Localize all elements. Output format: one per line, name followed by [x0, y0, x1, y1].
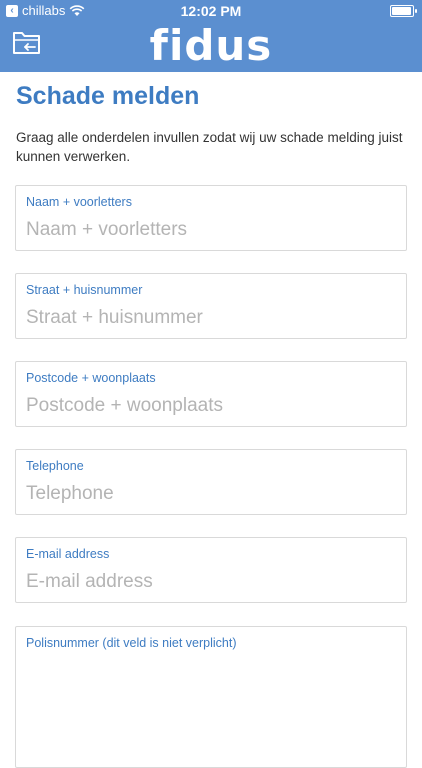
- name-label: Naam + voorletters: [26, 195, 132, 209]
- page-title: Schade melden: [16, 82, 200, 110]
- email-input[interactable]: [26, 570, 396, 594]
- postcode-field[interactable]: Postcode + woonplaats: [15, 361, 407, 427]
- postcode-label: Postcode + woonplaats: [26, 371, 156, 385]
- name-field[interactable]: Naam + voorletters: [15, 185, 407, 251]
- postcode-input[interactable]: [26, 394, 396, 418]
- telephone-label: Telephone: [26, 459, 84, 473]
- status-time: 12:02 PM: [180, 3, 242, 19]
- status-bar: ‹ chillabs 12:02 PM: [0, 0, 422, 22]
- battery-icon: [390, 5, 417, 17]
- battery-fill: [392, 7, 411, 15]
- name-input[interactable]: [26, 218, 396, 242]
- policy-textarea[interactable]: [26, 659, 396, 739]
- telephone-field[interactable]: Telephone: [15, 449, 407, 515]
- email-label: E-mail address: [26, 547, 110, 561]
- street-input[interactable]: [26, 306, 396, 330]
- intro-text: Graag alle onderdelen invullen zodat wij…: [16, 130, 403, 164]
- app-header: ‹ chillabs 12:02 PM fidus: [0, 0, 422, 72]
- brand-logo: fidus: [149, 21, 273, 70]
- street-label: Straat + huisnummer: [26, 283, 143, 297]
- street-field[interactable]: Straat + huisnummer: [15, 273, 407, 339]
- policy-field[interactable]: Polisnummer (dit veld is niet verplicht): [15, 626, 407, 768]
- policy-label: Polisnummer (dit veld is niet verplicht): [26, 636, 237, 650]
- telephone-input[interactable]: [26, 482, 396, 506]
- email-field[interactable]: E-mail address: [15, 537, 407, 603]
